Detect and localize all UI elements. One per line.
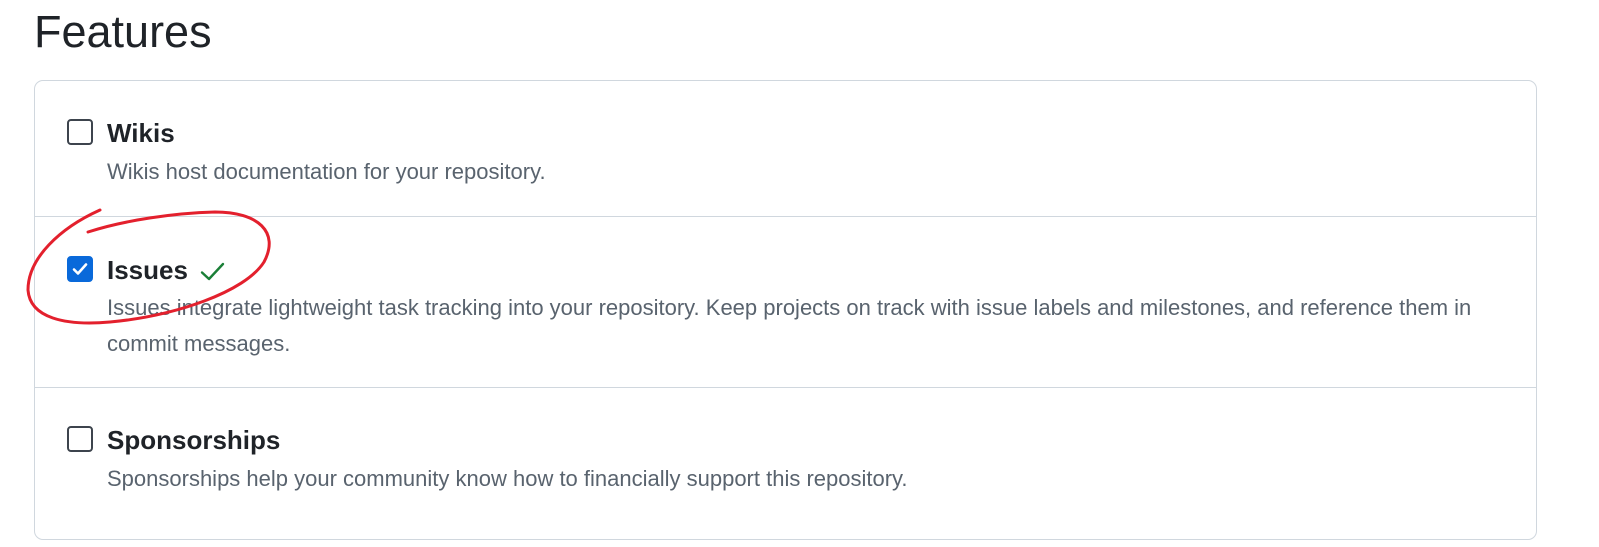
sponsorships-label[interactable]: Sponsorships [107, 424, 280, 456]
check-icon [200, 262, 225, 281]
sponsorships-checkbox[interactable] [67, 426, 93, 452]
feature-row-wikis: Wikis Wikis host documentation for your … [35, 81, 1536, 216]
issues-label[interactable]: Issues [107, 254, 188, 286]
wikis-checkbox[interactable] [67, 119, 93, 145]
wikis-label[interactable]: Wikis [107, 117, 175, 149]
features-panel: Wikis Wikis host documentation for your … [34, 80, 1537, 540]
wikis-description: Wikis host documentation for your reposi… [107, 159, 546, 184]
issues-description: Issues integrate lightweight task tracki… [107, 295, 1472, 356]
sponsorships-description: Sponsorships help your community know ho… [107, 466, 908, 491]
feature-row-issues: Issues Issues integrate lightweight task… [35, 216, 1536, 387]
issues-checkbox[interactable] [67, 256, 93, 282]
feature-row-sponsorships: Sponsorships Sponsorships help your comm… [35, 387, 1536, 547]
checkmark-icon [72, 263, 88, 275]
page-title: Features [34, 6, 212, 57]
